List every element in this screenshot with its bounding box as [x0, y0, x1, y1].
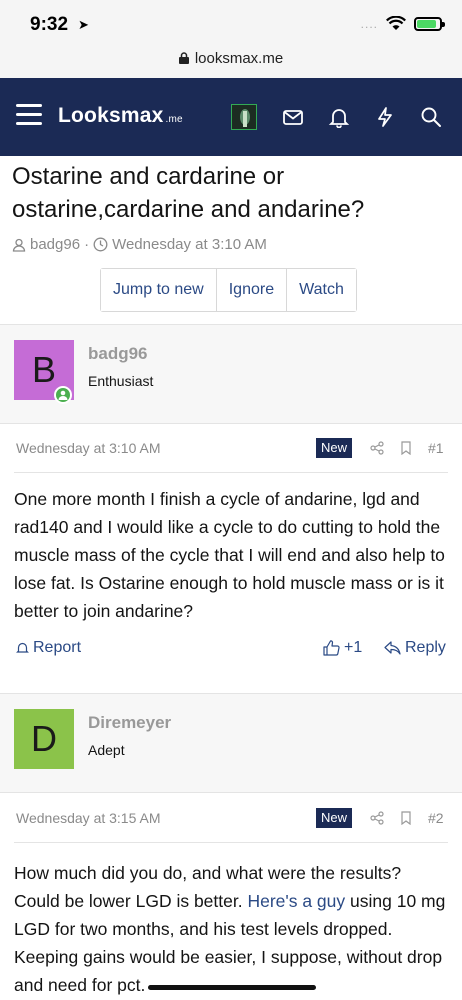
- menu-icon[interactable]: [16, 104, 42, 126]
- battery-level: [417, 19, 436, 28]
- divider: [0, 792, 462, 793]
- wifi-icon: [386, 16, 406, 30]
- post-2-new-badge: New: [316, 808, 352, 828]
- watch-button[interactable]: Watch: [287, 269, 356, 311]
- search-icon[interactable]: [420, 106, 442, 128]
- status-bar: 9:32 ➤ ....: [0, 0, 462, 46]
- home-indicator[interactable]: [148, 985, 316, 990]
- divider: [14, 842, 448, 843]
- user-icon: [12, 238, 26, 252]
- post-2-number[interactable]: #2: [428, 810, 444, 826]
- share-icon[interactable]: [370, 811, 384, 825]
- meta-separator: ·: [84, 236, 90, 253]
- ignore-button[interactable]: Ignore: [216, 269, 288, 311]
- reply-button[interactable]: Reply: [384, 639, 446, 657]
- divider: [0, 423, 462, 424]
- logo-suffix: .me: [165, 114, 183, 125]
- url-text: looksmax.me: [194, 50, 284, 67]
- report-button[interactable]: Report: [16, 639, 81, 657]
- like-button[interactable]: +1: [323, 639, 362, 657]
- bell-icon[interactable]: [328, 106, 350, 128]
- divider: [14, 472, 448, 473]
- post-1-number[interactable]: #1: [428, 440, 444, 456]
- post-2-link[interactable]: Here's a guy: [247, 891, 345, 911]
- reply-icon: [384, 641, 401, 655]
- inbox-icon[interactable]: [282, 106, 304, 128]
- post-2-user-title: Adept: [88, 742, 125, 758]
- reaction-count: +1: [344, 639, 363, 656]
- logo-text: Looksmax: [58, 104, 164, 127]
- thread-title: Ostarine and cardarine or ostarine,carda…: [12, 163, 365, 223]
- thumbs-up-icon: [323, 640, 340, 656]
- share-icon[interactable]: [370, 441, 384, 455]
- bookmark-icon[interactable]: [399, 811, 413, 825]
- signal-icon: ....: [360, 16, 378, 31]
- status-indicators: ....: [360, 16, 445, 31]
- thread-author[interactable]: badg96: [30, 236, 80, 253]
- post-1-body: One more month I finish a cycle of andar…: [14, 489, 445, 621]
- address-bar[interactable]: looksmax.me: [0, 46, 462, 78]
- post-1-username[interactable]: badg96: [88, 344, 148, 364]
- user-avatar[interactable]: [231, 104, 257, 130]
- post-1-time[interactable]: Wednesday at 3:10 AM: [16, 440, 161, 456]
- site-header: Looksmax .me: [0, 78, 462, 156]
- reply-label: Reply: [405, 639, 446, 656]
- battery-icon: [414, 16, 445, 31]
- post-2-time[interactable]: Wednesday at 3:15 AM: [16, 810, 161, 826]
- thread-meta: badg96 · Wednesday at 3:10 AM: [12, 236, 267, 253]
- post-2-avatar[interactable]: D: [14, 709, 74, 769]
- post-1-footer: Report +1 Reply: [16, 639, 446, 663]
- post-2-body: How much did you do, and what were the r…: [14, 859, 450, 999]
- location-arrow-icon: ➤: [78, 17, 89, 32]
- clock-icon: [93, 237, 108, 252]
- jump-to-new-button[interactable]: Jump to new: [101, 269, 217, 311]
- lock-icon: [178, 52, 189, 64]
- online-status-icon: [54, 386, 72, 404]
- post-1-new-badge: New: [316, 438, 352, 458]
- post-1-user-title: Enthusiast: [88, 373, 154, 389]
- bookmark-icon[interactable]: [399, 441, 413, 455]
- post-2-username[interactable]: Diremeyer: [88, 713, 171, 733]
- thread-date[interactable]: Wednesday at 3:10 AM: [112, 236, 267, 253]
- report-label: Report: [33, 639, 82, 656]
- site-logo[interactable]: Looksmax .me: [58, 104, 183, 128]
- bolt-icon[interactable]: [374, 106, 396, 128]
- bell-outline-icon: [16, 642, 29, 653]
- thread-actions: Jump to new Ignore Watch: [100, 268, 357, 312]
- status-time: 9:32: [30, 14, 69, 35]
